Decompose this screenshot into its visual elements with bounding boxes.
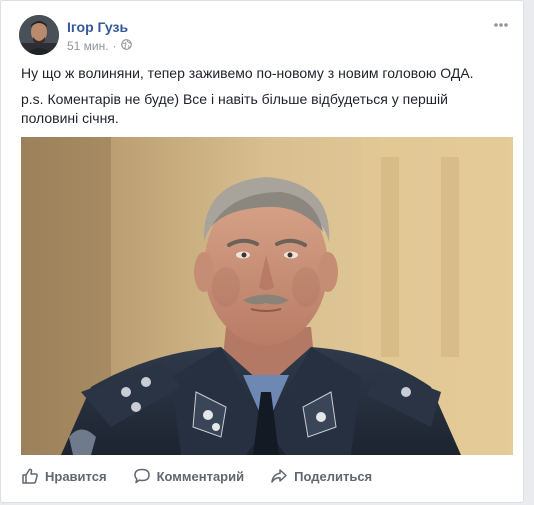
comment-label: Комментарий xyxy=(156,468,245,484)
ellipsis-icon xyxy=(494,23,508,27)
facebook-post: Ігор Гузь 51 мин. · Ну що ж волиняни, те… xyxy=(0,0,524,503)
author-avatar[interactable] xyxy=(19,15,59,55)
share-arrow-icon xyxy=(271,469,287,483)
share-label: Поделиться xyxy=(294,468,373,484)
post-text-line-1: Ну що ж волиняни, тепер заживемо по-ново… xyxy=(21,65,474,81)
like-button[interactable]: Нравится xyxy=(21,467,107,485)
like-label: Нравится xyxy=(45,468,107,484)
post-meta: 51 мин. · xyxy=(67,39,132,53)
speech-bubble-icon xyxy=(133,468,150,484)
share-button[interactable]: Поделиться xyxy=(270,467,372,485)
more-options-button[interactable] xyxy=(491,17,511,33)
author-name[interactable]: Ігор Гузь xyxy=(67,19,128,35)
comment-button[interactable]: Комментарий xyxy=(133,467,245,485)
post-text-line-2: p.s. Коментарів не буде) Все і навіть бі… xyxy=(21,91,448,126)
post-header: Ігор Гузь 51 мин. · xyxy=(19,15,511,59)
meta-separator: · xyxy=(112,39,117,53)
thumbs-up-icon xyxy=(22,468,38,484)
post-text: Ну що ж волиняни, тепер заживемо по-ново… xyxy=(21,64,507,135)
post-timestamp[interactable]: 51 мин. xyxy=(67,39,109,53)
post-actions: Нравится Комментарий Поделиться xyxy=(21,465,398,487)
post-photo[interactable] xyxy=(21,137,513,455)
portrait-photo xyxy=(21,137,513,455)
globe-icon[interactable] xyxy=(120,39,132,53)
